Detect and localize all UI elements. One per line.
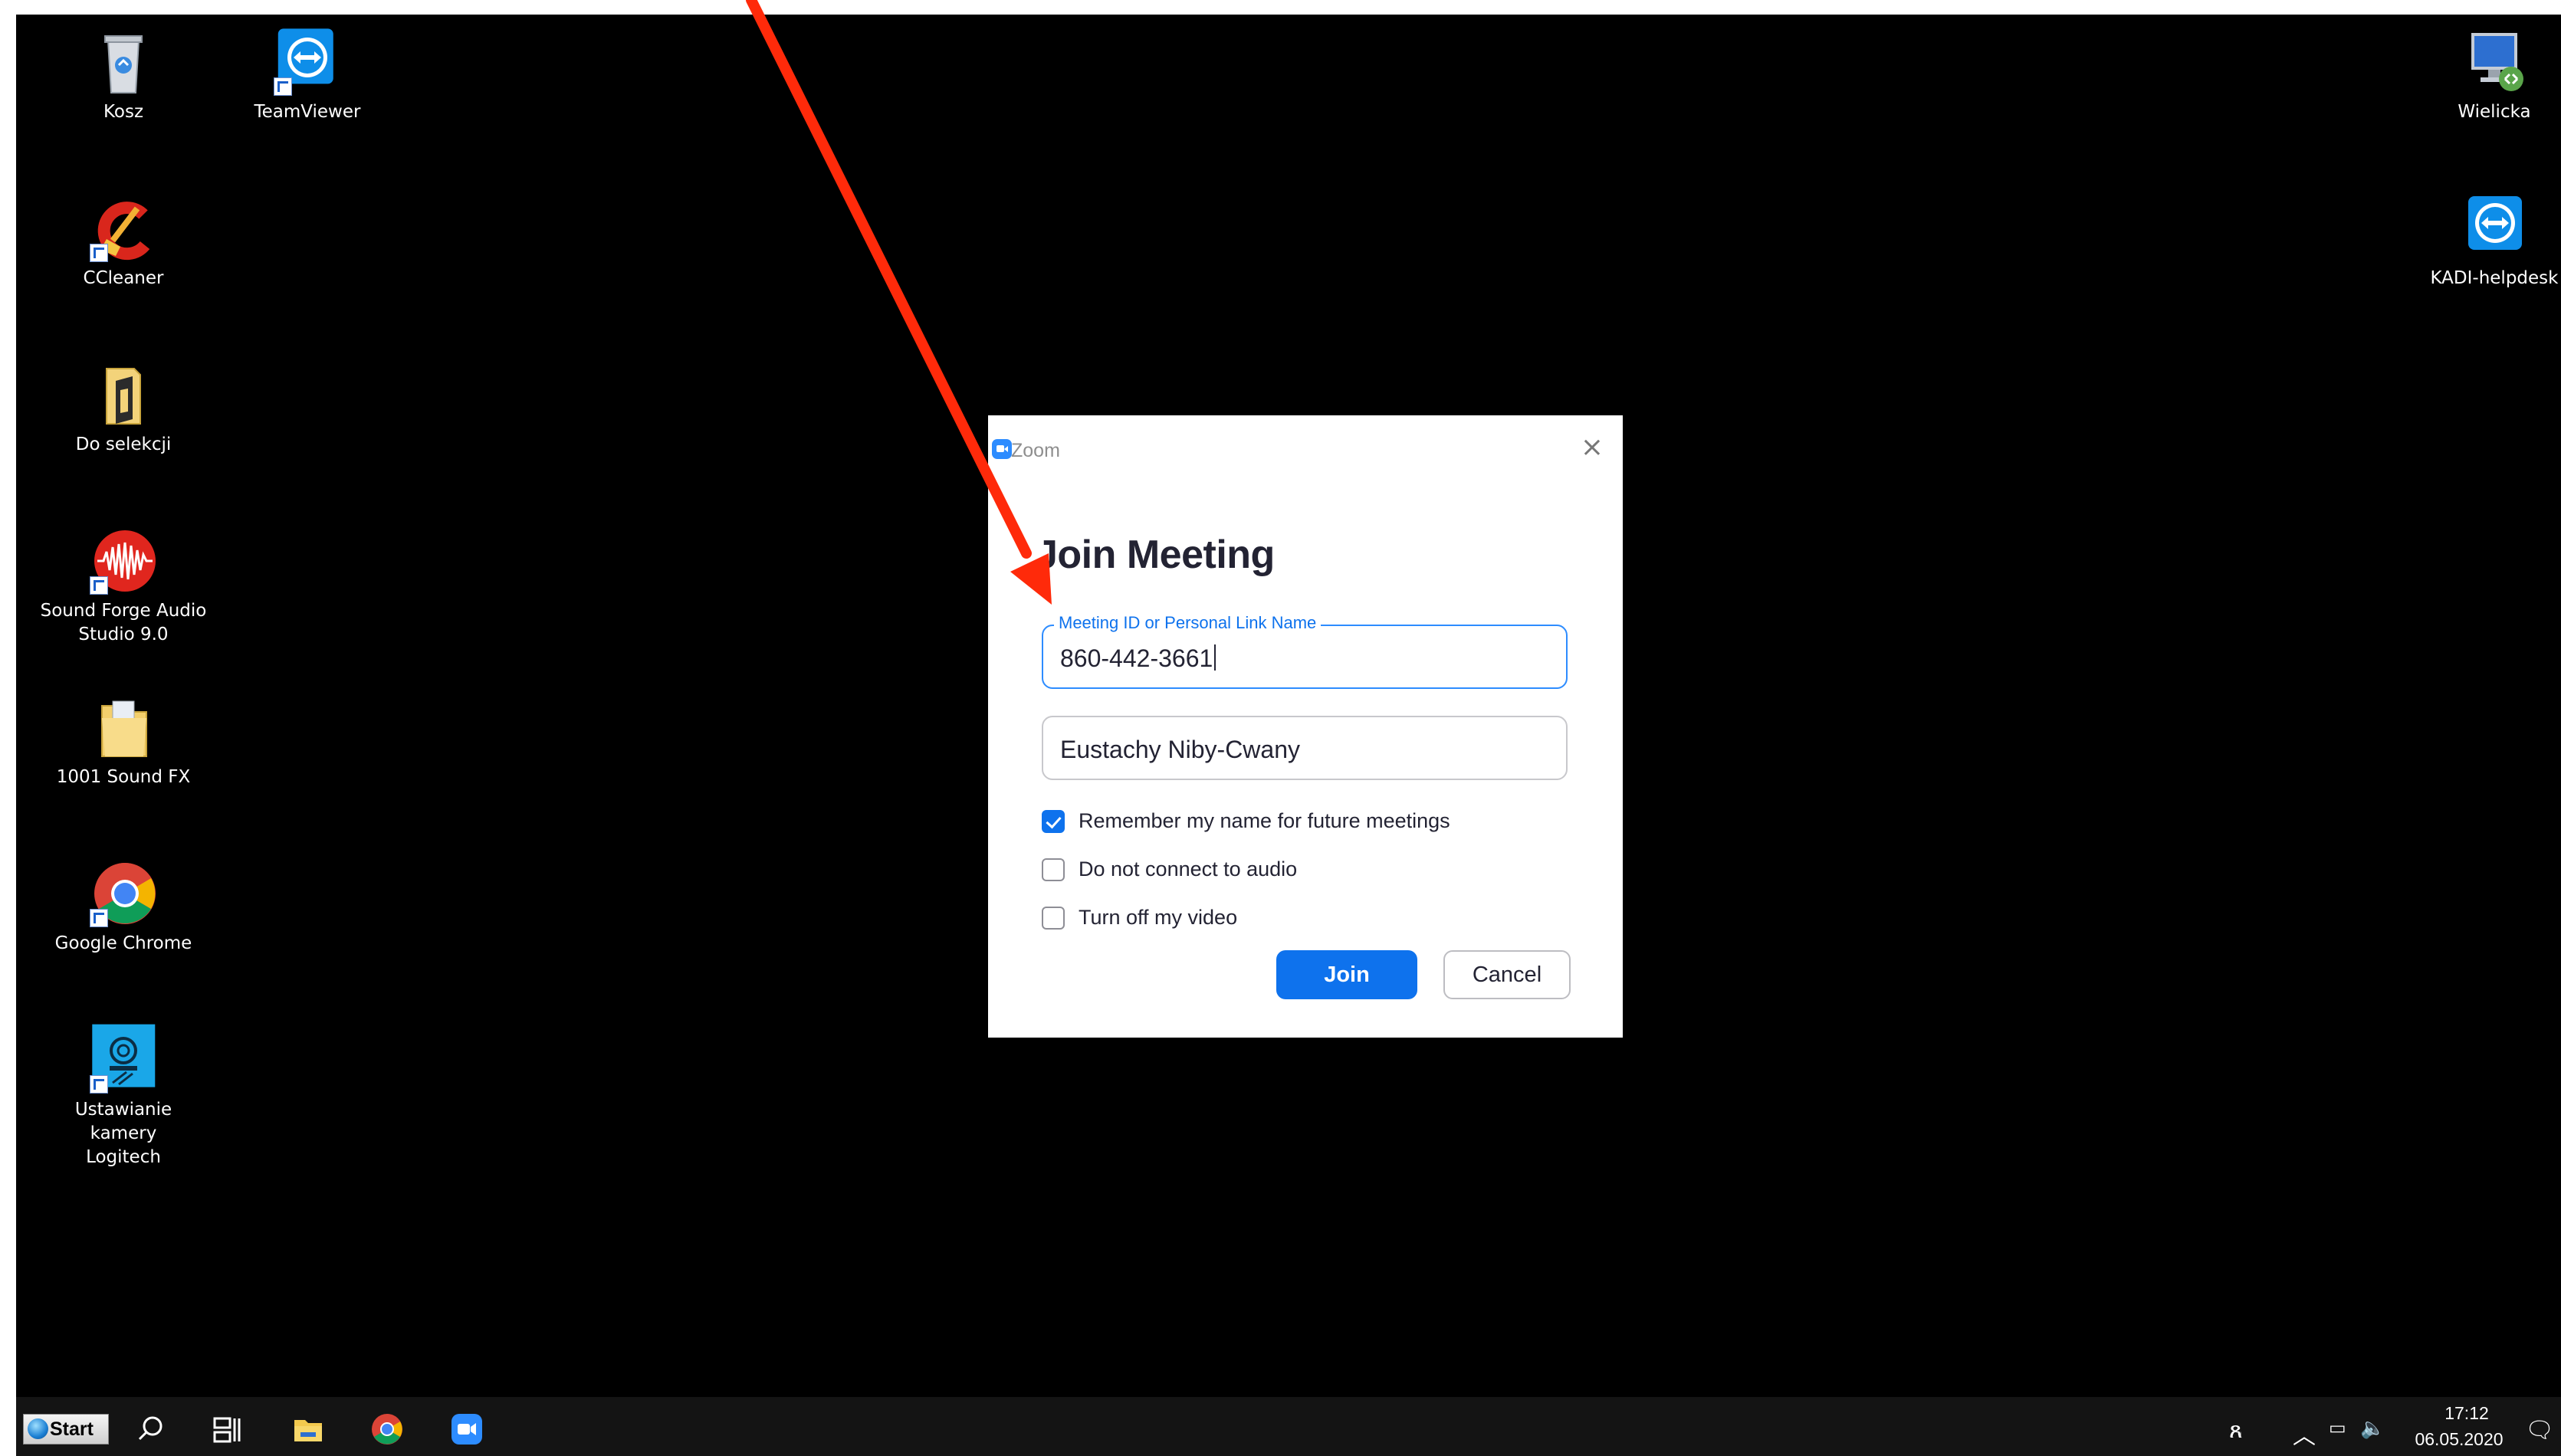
- teamviewer-icon: [274, 25, 341, 99]
- desktop-icon-1001-sound-fx[interactable]: 1001 Sound FX: [39, 690, 208, 789]
- desktop-icon-label: CCleaner: [83, 268, 164, 288]
- shortcut-arrow-icon: [90, 244, 108, 262]
- people-icon[interactable]: ጸ: [2229, 1417, 2243, 1444]
- volume-icon[interactable]: 🔈: [2360, 1417, 2385, 1440]
- desktop-icon-label: 1001 Sound FX: [56, 767, 191, 787]
- sound-forge-icon: [90, 524, 157, 598]
- zoom-join-dialog: Zoom × Join Meeting Meeting ID or Person…: [988, 415, 1623, 1038]
- taskbar: Start ጸ ︿ ▭ 🔈 17:12 06.05.2020 🗨: [16, 1397, 2561, 1456]
- desktop-icon-sound-forge[interactable]: Sound Forge Audio Studio 9.0: [39, 524, 208, 647]
- shortcut-arrow-icon: [90, 909, 108, 927]
- dialog-title: Zoom: [1011, 440, 1060, 461]
- desktop-icon-label: Ustawianie kamery: [74, 1100, 172, 1143]
- no-audio-checkbox[interactable]: [1042, 858, 1065, 881]
- ccleaner-icon: [90, 192, 157, 265]
- shortcut-arrow-icon: [90, 576, 108, 595]
- display-name-value: Eustachy Niby-Cwany: [1060, 736, 1300, 763]
- desktop-icon-google-chrome[interactable]: Google Chrome: [39, 857, 208, 956]
- desktop-icon-label: Kosz: [103, 102, 144, 122]
- desktop-icon-kadi-helpdesk[interactable]: KADI-helpdesk: [2410, 192, 2561, 290]
- display-name-input[interactable]: Eustachy Niby-Cwany: [1042, 716, 1568, 780]
- no-audio-label[interactable]: Do not connect to audio: [1079, 858, 1297, 881]
- video-off-checkbox[interactable]: [1042, 907, 1065, 930]
- remember-name-checkbox[interactable]: [1042, 810, 1065, 833]
- chrome-icon[interactable]: [370, 1412, 404, 1446]
- desktop: Kosz TeamViewer CCleaner Do selekcji Sou…: [16, 15, 2561, 1456]
- desktop-icon-ccleaner[interactable]: CCleaner: [39, 192, 208, 290]
- desktop-icon-label: Sound Forge Audio: [40, 601, 207, 621]
- remember-name-label[interactable]: Remember my name for future meetings: [1079, 809, 1450, 833]
- logitech-camera-icon: [90, 1023, 157, 1097]
- desktop-icon-label: TeamViewer: [254, 102, 361, 122]
- meeting-id-value: 860-442-3661: [1060, 644, 1216, 673]
- task-view-icon[interactable]: [210, 1412, 244, 1446]
- folder-icon: [90, 690, 157, 764]
- desktop-icon-label: Google Chrome: [54, 933, 192, 953]
- meeting-id-label: Meeting ID or Personal Link Name: [1054, 613, 1322, 633]
- meeting-id-input[interactable]: Meeting ID or Personal Link Name 860-442…: [1042, 613, 1568, 689]
- desktop-icon-do-selekcji[interactable]: Do selekcji: [39, 358, 208, 457]
- dialog-heading: Join Meeting: [1036, 533, 1275, 577]
- zoom-logo-icon: [992, 439, 1012, 459]
- desktop-icon-recycle-bin[interactable]: Kosz: [39, 25, 208, 124]
- file-explorer-icon[interactable]: [291, 1412, 325, 1446]
- notifications-icon[interactable]: 🗨: [2525, 1417, 2554, 1444]
- search-icon[interactable]: [134, 1412, 168, 1446]
- join-button[interactable]: Join: [1276, 950, 1417, 999]
- chevron-up-icon[interactable]: ︿: [2293, 1417, 2316, 1451]
- battery-icon[interactable]: ▭: [2329, 1417, 2346, 1438]
- desktop-icon-label: KADI-helpdesk: [2430, 268, 2559, 288]
- clock-time[interactable]: 17:12: [2425, 1403, 2509, 1424]
- shortcut-arrow-icon: [90, 1075, 108, 1094]
- cancel-button[interactable]: Cancel: [1443, 950, 1571, 999]
- close-icon[interactable]: ×: [1577, 432, 1607, 463]
- remote-desktop-icon: [2461, 25, 2528, 99]
- clock-date[interactable]: 06.05.2020: [2409, 1429, 2509, 1450]
- chrome-icon: [90, 857, 157, 930]
- teamviewer-icon: [2461, 192, 2528, 265]
- recycle-bin-icon: [90, 25, 157, 99]
- desktop-icon-label: Wielicka: [2458, 102, 2531, 122]
- windows-orb-icon: [28, 1418, 48, 1439]
- folder-icon: [90, 358, 157, 431]
- start-label: Start: [50, 1418, 94, 1440]
- desktop-icon-label: Studio 9.0: [78, 625, 169, 644]
- desktop-icon-logitech-camera[interactable]: Ustawianie kamery Logitech: [39, 1023, 208, 1169]
- desktop-icon-label: Logitech: [86, 1147, 161, 1167]
- desktop-icon-wielicka[interactable]: Wielicka: [2410, 25, 2561, 124]
- desktop-icon-label: Do selekcji: [75, 435, 172, 454]
- desktop-icon-teamviewer[interactable]: TeamViewer: [223, 25, 392, 124]
- video-off-label[interactable]: Turn off my video: [1079, 906, 1237, 930]
- start-button[interactable]: Start: [23, 1414, 109, 1445]
- zoom-app-icon[interactable]: [450, 1412, 484, 1446]
- shortcut-arrow-icon: [274, 77, 292, 96]
